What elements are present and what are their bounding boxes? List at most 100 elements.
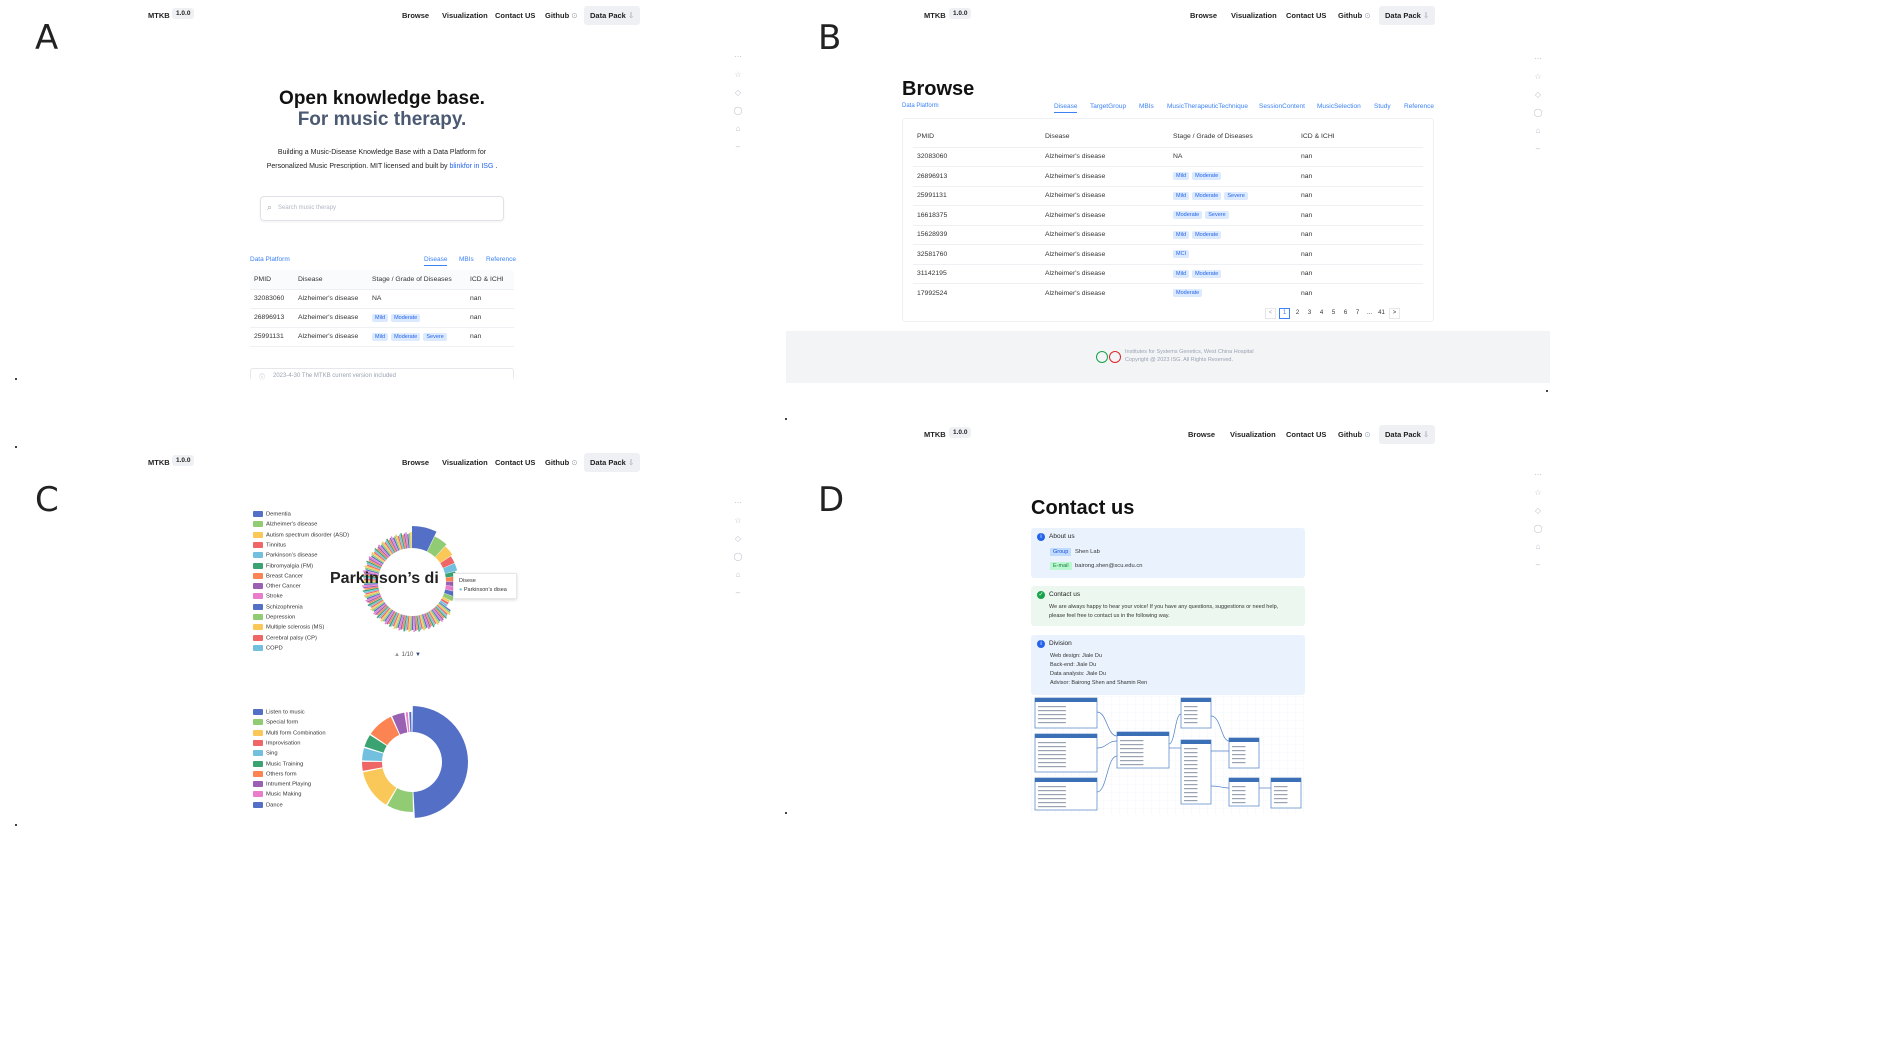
header-icd[interactable]: ICD & ICHI <box>466 270 514 290</box>
tab-mbis[interactable]: MBIs <box>1139 103 1154 110</box>
table-row[interactable]: 25991131 Alzheimer's disease Mild Moderat… <box>250 327 514 347</box>
tab-music-technique[interactable]: MusicTherapeuticTechnique <box>1167 103 1248 110</box>
data-pack-button[interactable]: Data Pack ⇩ <box>1379 425 1436 444</box>
legend-item[interactable]: Dementia <box>253 511 291 518</box>
prev-page-button[interactable]: < <box>1265 308 1276 319</box>
table-row[interactable]: 16618375 Alzheimer's disease Moderate Sever… <box>913 205 1423 226</box>
star-icon[interactable]: ☆ <box>1533 68 1543 86</box>
nav-visualization[interactable]: Visualization <box>442 11 488 20</box>
legend-item[interactable]: Cerebral palsy (CP) <box>253 634 317 641</box>
nav-github[interactable]: Github ⊙ <box>1338 430 1371 439</box>
comment-icon[interactable]: ◯ <box>1533 520 1543 538</box>
data-pack-button[interactable]: Data Pack ⇩ <box>584 6 641 25</box>
table-row[interactable]: 31142195 Alzheimer's disease Mild Moderate n… <box>913 264 1423 284</box>
legend-item[interactable]: Listen to music <box>253 709 305 716</box>
legend-item[interactable]: Improvisation <box>253 739 300 746</box>
nav-contact[interactable]: Contact US <box>495 11 535 20</box>
nav-visualization[interactable]: Visualization <box>442 458 488 467</box>
brand-logo[interactable]: MTKB <box>924 430 946 439</box>
chart-slice[interactable] <box>409 712 412 733</box>
brand-logo[interactable]: MTKB <box>148 11 170 20</box>
header-disease[interactable]: Disease <box>294 270 368 290</box>
more-icon[interactable]: ⋯ <box>1533 50 1543 68</box>
tab-disease[interactable]: Disease <box>1054 103 1078 113</box>
comment-icon[interactable]: ◯ <box>1533 104 1543 122</box>
table-row[interactable]: 17992524 Alzheimer's disease Moderate nan <box>913 283 1423 300</box>
nav-github[interactable]: Github ⊙ <box>545 11 578 20</box>
page-button[interactable]: 7 <box>1353 309 1362 318</box>
tab-reference[interactable]: Reference <box>1404 103 1434 110</box>
header-stage[interactable]: Stage / Grade of Diseases <box>1169 127 1297 148</box>
search-box[interactable]: ⌕ Search music therapy <box>260 196 504 221</box>
legend-item[interactable]: Dance <box>253 801 283 808</box>
search-input[interactable]: Search music therapy <box>278 205 336 211</box>
chart-slice[interactable] <box>412 706 469 818</box>
page-button[interactable]: 2 <box>1293 309 1302 318</box>
page-button[interactable]: 41 <box>1377 309 1386 318</box>
table-row[interactable]: 32083060 Alzheimer's disease NA nan <box>250 289 514 309</box>
legend-item[interactable]: Breast Cancer <box>253 572 303 579</box>
brand-logo[interactable]: MTKB <box>148 458 170 467</box>
more-icon[interactable]: ⋯ <box>733 48 743 66</box>
star-icon[interactable]: ☆ <box>733 66 743 84</box>
legend-item[interactable]: Fibromyalgia (FM) <box>253 562 313 569</box>
table-row[interactable]: 32083060 Alzheimer's disease NA nan <box>913 147 1423 167</box>
more-icon[interactable]: ⋯ <box>733 494 743 512</box>
legend-item[interactable]: Autism spectrum disorder (ASD) <box>253 531 349 538</box>
legend-item[interactable]: Tinnitus <box>253 541 286 548</box>
legend-item[interactable]: COPD <box>253 644 283 651</box>
data-pack-button[interactable]: Data Pack ⇩ <box>1379 6 1436 25</box>
nav-contact[interactable]: Contact US <box>1286 11 1326 20</box>
nav-contact[interactable]: Contact US <box>1286 430 1326 439</box>
nav-visualization[interactable]: Visualization <box>1231 11 1277 20</box>
email-value[interactable]: bairong.shen@scu.edu.cn <box>1075 563 1142 569</box>
legend-item[interactable]: Schizophrenia <box>253 603 303 610</box>
tab-session-content[interactable]: SessionContent <box>1259 103 1305 110</box>
page-button[interactable]: 5 <box>1329 309 1338 318</box>
dash-icon[interactable]: – <box>733 138 743 156</box>
lock-icon[interactable]: ⌂ <box>1533 122 1543 140</box>
next-page-button[interactable]: > <box>1389 308 1400 319</box>
lock-icon[interactable]: ⌂ <box>733 120 743 138</box>
nav-github[interactable]: Github ⊙ <box>545 458 578 467</box>
legend-item[interactable]: Depression <box>253 614 295 621</box>
author-link[interactable]: blinkfor in ISG <box>449 163 493 170</box>
page-ellipsis[interactable]: ... <box>1365 309 1374 318</box>
page-button[interactable]: 6 <box>1341 309 1350 318</box>
table-row[interactable]: 26896913 Alzheimer's disease Mild Moderat… <box>250 308 514 328</box>
legend-item[interactable]: Multiple sclerosis (MS) <box>253 624 324 631</box>
header-pmid[interactable]: PMID <box>250 270 294 290</box>
legend-item[interactable]: Stroke <box>253 593 283 600</box>
table-row[interactable]: 15628939 Alzheimer's disease Mild Moderate n… <box>913 225 1423 245</box>
nav-browse[interactable]: Browse <box>1190 11 1217 20</box>
legend-item[interactable]: Alzheimer's disease <box>253 521 317 528</box>
header-stage[interactable]: Stage / Grade of Diseases <box>368 270 466 290</box>
header-icd[interactable]: ICD & ICHI <box>1297 127 1423 148</box>
legend-item[interactable]: Multi form Combination <box>253 729 326 736</box>
tab-targetgroup[interactable]: TargetGroup <box>1090 103 1126 110</box>
legend-item[interactable]: Music Making <box>253 791 301 798</box>
legend-item[interactable]: Sing <box>253 750 278 757</box>
lock-icon[interactable]: ⌂ <box>1533 538 1543 556</box>
dash-icon[interactable]: – <box>1533 140 1543 158</box>
tab-mbis[interactable]: MBIs <box>459 256 474 263</box>
brand-logo[interactable]: MTKB <box>924 11 946 20</box>
tab-reference[interactable]: Reference <box>486 256 516 263</box>
nav-browse[interactable]: Browse <box>402 458 429 467</box>
header-pmid[interactable]: PMID <box>913 127 1041 148</box>
legend-item[interactable]: Special form <box>253 719 298 726</box>
page-button[interactable]: 1 <box>1279 308 1290 319</box>
dash-icon[interactable]: – <box>1533 556 1543 574</box>
more-icon[interactable]: ⋯ <box>1533 466 1543 484</box>
nav-browse[interactable]: Browse <box>402 11 429 20</box>
comment-icon[interactable]: ◯ <box>733 548 743 566</box>
header-disease[interactable]: Disease <box>1041 127 1169 148</box>
page-button[interactable]: 3 <box>1305 309 1314 318</box>
table-row[interactable]: 26896913 Alzheimer's disease Mild Moderate n… <box>913 166 1423 187</box>
lock-icon[interactable]: ⌂ <box>733 566 743 584</box>
legend-item[interactable]: Music Training <box>253 760 303 767</box>
table-row[interactable]: 25991131 Alzheimer's disease Mild Moderate S… <box>913 186 1423 206</box>
data-pack-button[interactable]: Data Pack ⇩ <box>584 453 641 472</box>
dash-icon[interactable]: – <box>733 584 743 602</box>
nav-github[interactable]: Github ⊙ <box>1338 11 1371 20</box>
